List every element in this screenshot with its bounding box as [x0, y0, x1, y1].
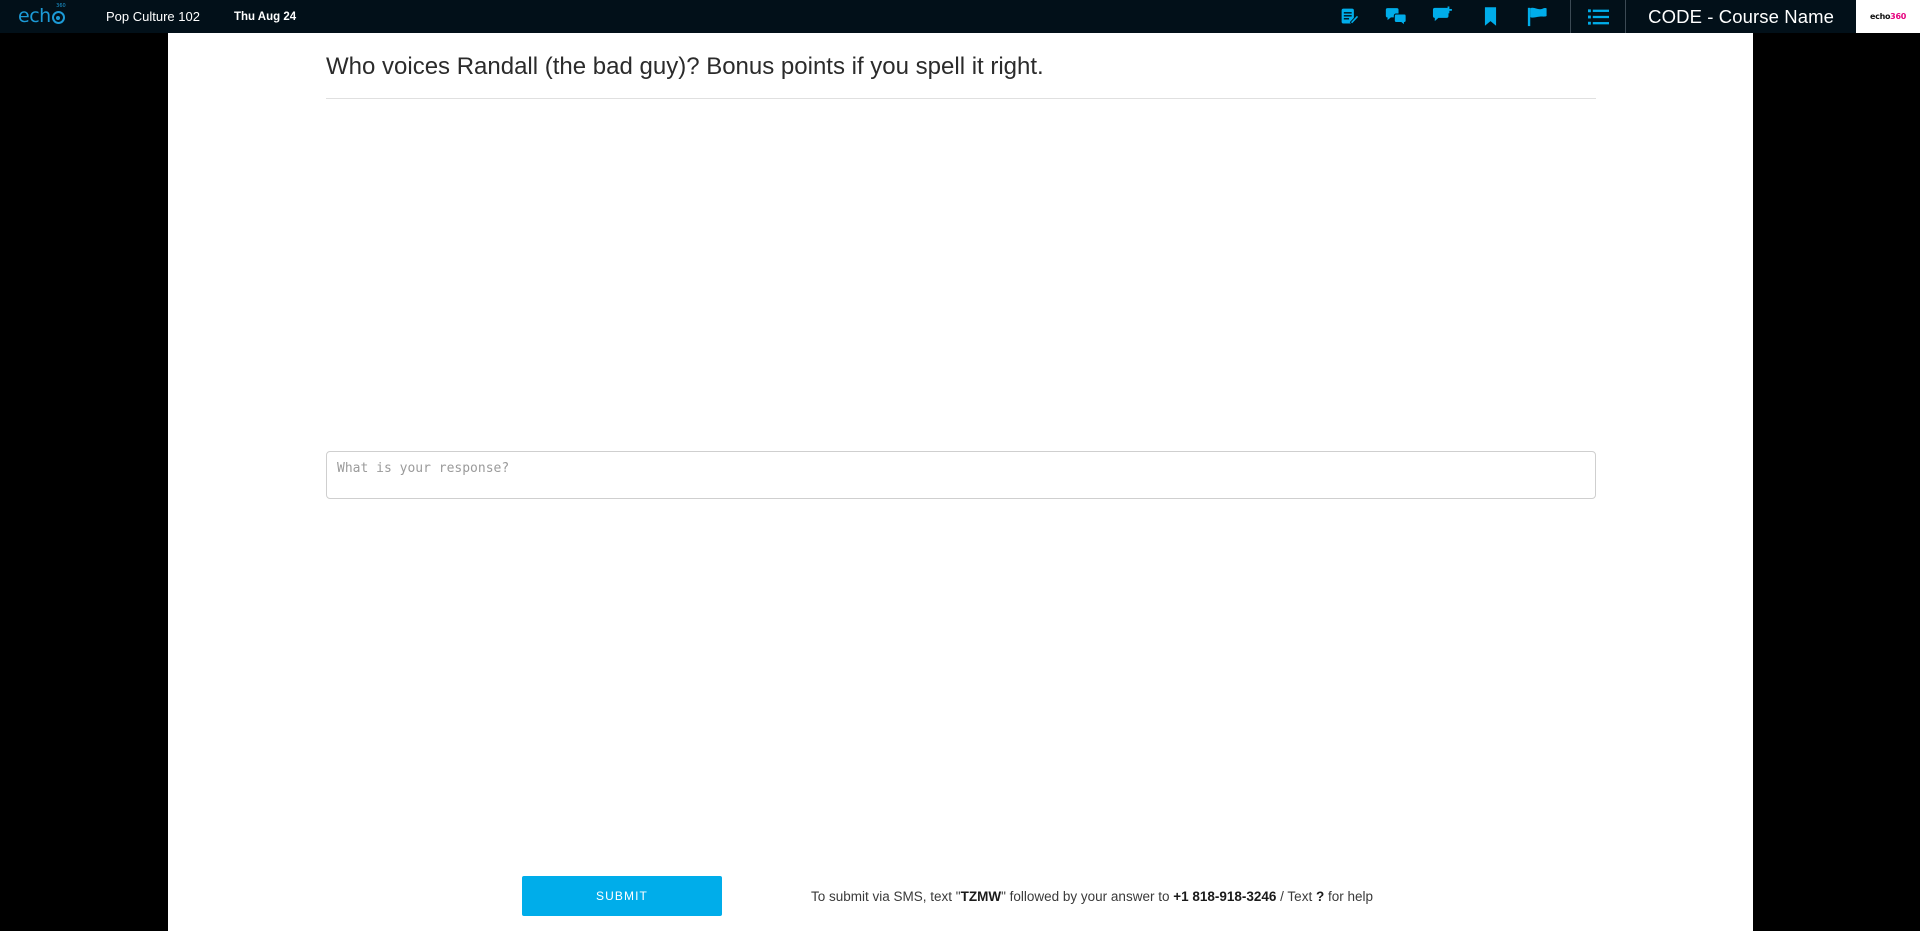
sms-suffix: for help [1324, 888, 1373, 904]
echo-target-logo-icon [51, 11, 65, 24]
sms-help-char: ? [1315, 888, 1325, 904]
sms-prefix: To submit via SMS, text " [811, 888, 961, 904]
header-divider-2 [1625, 0, 1627, 33]
add-comment-icon[interactable] [1432, 6, 1454, 28]
question-text: Who voices Randall (the bad guy)? Bonus … [326, 53, 1044, 80]
bookmark-icon[interactable] [1479, 6, 1501, 28]
list-menu-icon[interactable] [1587, 6, 1609, 28]
echo-logo[interactable]: ech 360 [0, 0, 100, 33]
echo-wordmark-text: ech [18, 5, 51, 27]
response-input[interactable] [326, 451, 1596, 499]
sms-middle: " followed by your answer to [1001, 888, 1174, 904]
submit-button[interactable]: SUBMIT [522, 876, 722, 916]
sms-separator: / Text [1276, 888, 1316, 904]
echo360-brand-logo[interactable]: echo360 [1856, 0, 1920, 33]
brand-logo-accent: 360 [1890, 11, 1906, 21]
sms-keyword: TZMW [960, 888, 1002, 904]
footer-actions: SUBMIT To submit via SMS, text "TZMW" fo… [168, 876, 1753, 916]
code-course-name: CODE - Course Name [1648, 5, 1834, 27]
discussion-icon[interactable] [1385, 6, 1407, 28]
sms-instructions: To submit via SMS, text "TZMW" followed … [811, 889, 1373, 904]
echo-wordmark: ech 360 [18, 3, 66, 27]
question-divider [326, 98, 1596, 100]
question-block: Who voices Randall (the bad guy)? Bonus … [326, 51, 1596, 100]
brand-logo-primary: echo [1870, 11, 1891, 21]
header-icon-row [1338, 6, 1554, 28]
session-date: Thu Aug 24 [233, 10, 297, 23]
flag-icon[interactable] [1526, 6, 1548, 28]
slide-content-panel: Who voices Randall (the bad guy)? Bonus … [168, 33, 1753, 931]
top-header-bar: ech 360 Pop Culture 102 Thu Aug 24 CODE … [0, 0, 1920, 33]
sms-phone: +1 818-918-3246 [1173, 888, 1277, 904]
header-divider [1570, 0, 1572, 33]
echo-superscript: 360 [56, 3, 66, 9]
note-edit-icon[interactable] [1338, 6, 1360, 28]
course-title: Pop Culture 102 [106, 9, 200, 24]
